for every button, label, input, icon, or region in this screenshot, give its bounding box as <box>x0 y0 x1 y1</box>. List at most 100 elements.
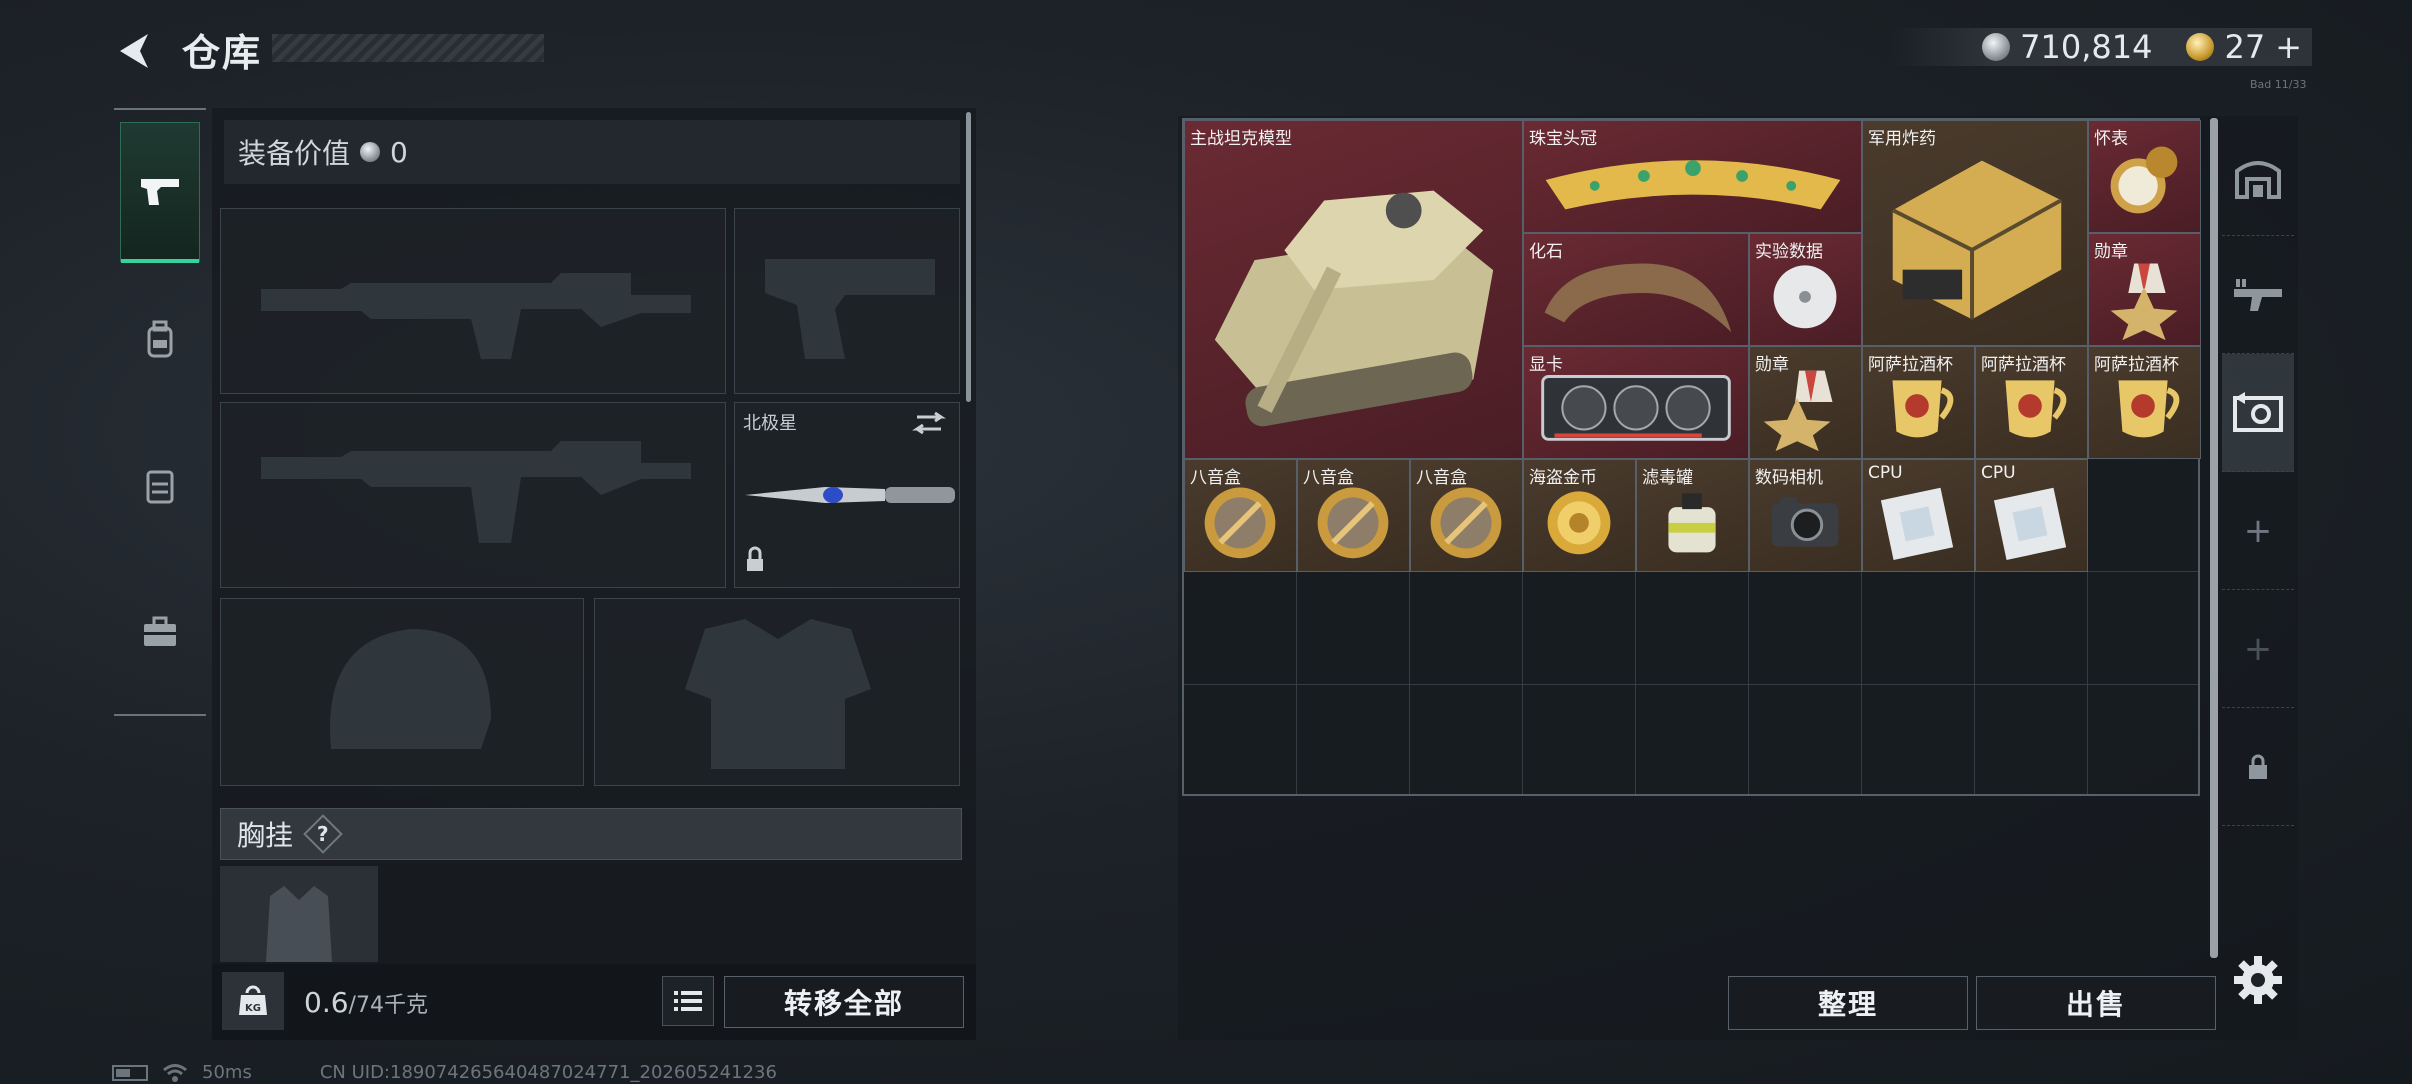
backpack-icon <box>147 320 173 358</box>
item-military-explosives[interactable]: 军用炸药 <box>1862 120 2088 346</box>
tab-weapons[interactable] <box>120 122 200 263</box>
gear-icon <box>2234 956 2282 1004</box>
item-label: 海盗金币 <box>1529 468 1597 488</box>
help-icon: ? <box>317 821 329 846</box>
kg-label: KG <box>245 1003 261 1014</box>
item-medal[interactable]: 勋章 <box>1749 346 1862 459</box>
item-asala-cup[interactable]: 阿萨拉酒杯 <box>1862 346 1975 459</box>
item-label: 数码相机 <box>1755 468 1823 488</box>
item-medal[interactable]: 勋章 <box>2088 233 2201 346</box>
weight-max: /74 <box>348 993 384 1018</box>
item-fossil[interactable]: 化石 <box>1523 233 1749 346</box>
item-music-box[interactable]: 八音盒 <box>1297 459 1410 572</box>
item-label: 显卡 <box>1529 355 1563 375</box>
add-storage-tab-button[interactable]: + <box>2222 590 2294 708</box>
item-label: 珠宝头冠 <box>1529 129 1597 149</box>
help-button[interactable]: ? <box>303 814 343 854</box>
item-label: 主战坦克模型 <box>1190 129 1292 149</box>
item-music-box[interactable]: 八音盒 <box>1184 459 1297 572</box>
coin-balance: 710,814 <box>2020 28 2153 66</box>
locked-storage-tab[interactable] <box>2222 708 2294 826</box>
settings-button[interactable] <box>2230 952 2286 1008</box>
equipment-value-amount: 0 <box>390 135 408 169</box>
add-ticket-button[interactable]: + <box>2275 28 2302 66</box>
melee-slot[interactable]: 北极星 <box>734 402 960 588</box>
list-view-button[interactable] <box>662 976 714 1026</box>
item-label: CPU <box>1868 463 1903 483</box>
item-label: 八音盒 <box>1303 468 1354 488</box>
equipment-value: 装备价值 0 <box>224 120 960 184</box>
header-code: Bad 11/33 <box>2250 78 2307 91</box>
armor-slot[interactable] <box>594 598 960 786</box>
primary-weapon-slot[interactable] <box>220 208 726 394</box>
chest-rig-slot[interactable] <box>220 866 378 962</box>
pistol-slot[interactable] <box>734 208 960 394</box>
warehouse-scrollbar[interactable] <box>2210 118 2218 958</box>
sort-button[interactable]: 整理 <box>1728 976 1968 1030</box>
item-label: 阿萨拉酒杯 <box>1868 355 1953 375</box>
back-arrow-icon <box>120 34 148 68</box>
item-label: 滤毒罐 <box>1642 468 1693 488</box>
item-label: 军用炸药 <box>1868 129 1936 149</box>
item-filter-canister[interactable]: 滤毒罐 <box>1636 459 1749 572</box>
chest-rig-label: 胸挂 <box>237 819 294 852</box>
tab-backpack[interactable] <box>120 270 200 410</box>
item-label: 阿萨拉酒杯 <box>1981 355 2066 375</box>
melee-name: 北极星 <box>743 413 797 434</box>
weight-text: 0.6/74千克 <box>304 986 428 1019</box>
uid-text: CN UID:18907426564048702477​1_2026052412… <box>319 1062 777 1083</box>
add-storage-tab-button[interactable]: + <box>2222 472 2294 590</box>
rifle-silhouette-icon <box>261 441 691 543</box>
equipment-value-label: 装备价值 <box>238 137 351 170</box>
item-label: 怀表 <box>2094 129 2128 149</box>
item-label: 实验数据 <box>1755 242 1823 262</box>
item-pirate-gold-coin[interactable]: 海盗金币 <box>1523 459 1636 572</box>
plus-icon: + <box>2243 628 2273 669</box>
item-music-box[interactable]: 八音盒 <box>1410 459 1523 572</box>
title-decoration <box>272 34 544 62</box>
item-pocket-watch[interactable]: 怀表 <box>2088 120 2201 233</box>
kettlebell-icon: KG <box>239 985 267 1015</box>
item-cpu[interactable]: CPU <box>1975 459 2088 572</box>
rig-icon <box>146 470 174 504</box>
sell-button[interactable]: 出售 <box>1976 976 2216 1030</box>
explosives-crate-icon <box>1891 160 2063 320</box>
item-tank-model[interactable]: 主战坦克模型 <box>1184 120 1523 459</box>
item-experiment-data[interactable]: 实验数据 <box>1749 233 1862 346</box>
pistol-icon <box>141 179 179 205</box>
silver-coin-icon <box>1982 33 2011 61</box>
weight-current: 0.6 <box>304 986 349 1019</box>
item-graphics-card[interactable]: 显卡 <box>1523 346 1749 459</box>
equipment-scrollbar[interactable] <box>966 112 971 402</box>
page-title: 仓库 <box>182 31 263 75</box>
helmet-slot[interactable] <box>220 598 584 786</box>
item-label: 八音盒 <box>1416 468 1467 488</box>
ping-value: 50ms <box>202 1062 252 1083</box>
chest-rig-icon <box>266 886 332 962</box>
category-tabs <box>114 108 206 716</box>
item-label: 阿萨拉酒杯 <box>2094 355 2179 375</box>
silver-coin-icon <box>360 142 381 162</box>
item-asala-cup[interactable]: 阿萨拉酒杯 <box>1975 346 2088 459</box>
tab-storage-main[interactable] <box>2222 118 2294 236</box>
gold-ticket-icon <box>2186 33 2215 61</box>
item-asala-cup[interactable]: 阿萨拉酒杯 <box>2088 346 2201 459</box>
tab-rig[interactable] <box>120 416 200 556</box>
item-jeweled-tiara[interactable]: 珠宝头冠 <box>1523 120 1862 233</box>
item-label: 化石 <box>1529 242 1563 262</box>
item-digital-camera[interactable]: 数码相机 <box>1749 459 1862 572</box>
plus-icon: + <box>2243 510 2273 551</box>
tank-model-icon <box>1214 190 1494 427</box>
tab-toolbox[interactable] <box>120 562 200 702</box>
transfer-all-button[interactable]: 转移全部 <box>724 976 964 1028</box>
item-cpu[interactable]: CPU <box>1862 459 1975 572</box>
collectibles-icon <box>2233 391 2283 432</box>
secondary-weapon-slot[interactable] <box>220 402 726 588</box>
chest-rig-header: 胸挂 ? <box>220 808 962 860</box>
ticket-balance: 27 <box>2224 28 2266 66</box>
tab-weapon-storage[interactable] <box>2222 236 2294 354</box>
back-button[interactable] <box>112 28 158 74</box>
warehouse-grid[interactable]: 主战坦克模型 珠宝头冠 军用炸药 怀表 化石 实验数据 勋章 显卡 勋章 阿萨拉… <box>1182 118 2201 796</box>
tab-collectibles[interactable] <box>2222 354 2294 472</box>
rifle-icon <box>2234 278 2282 311</box>
